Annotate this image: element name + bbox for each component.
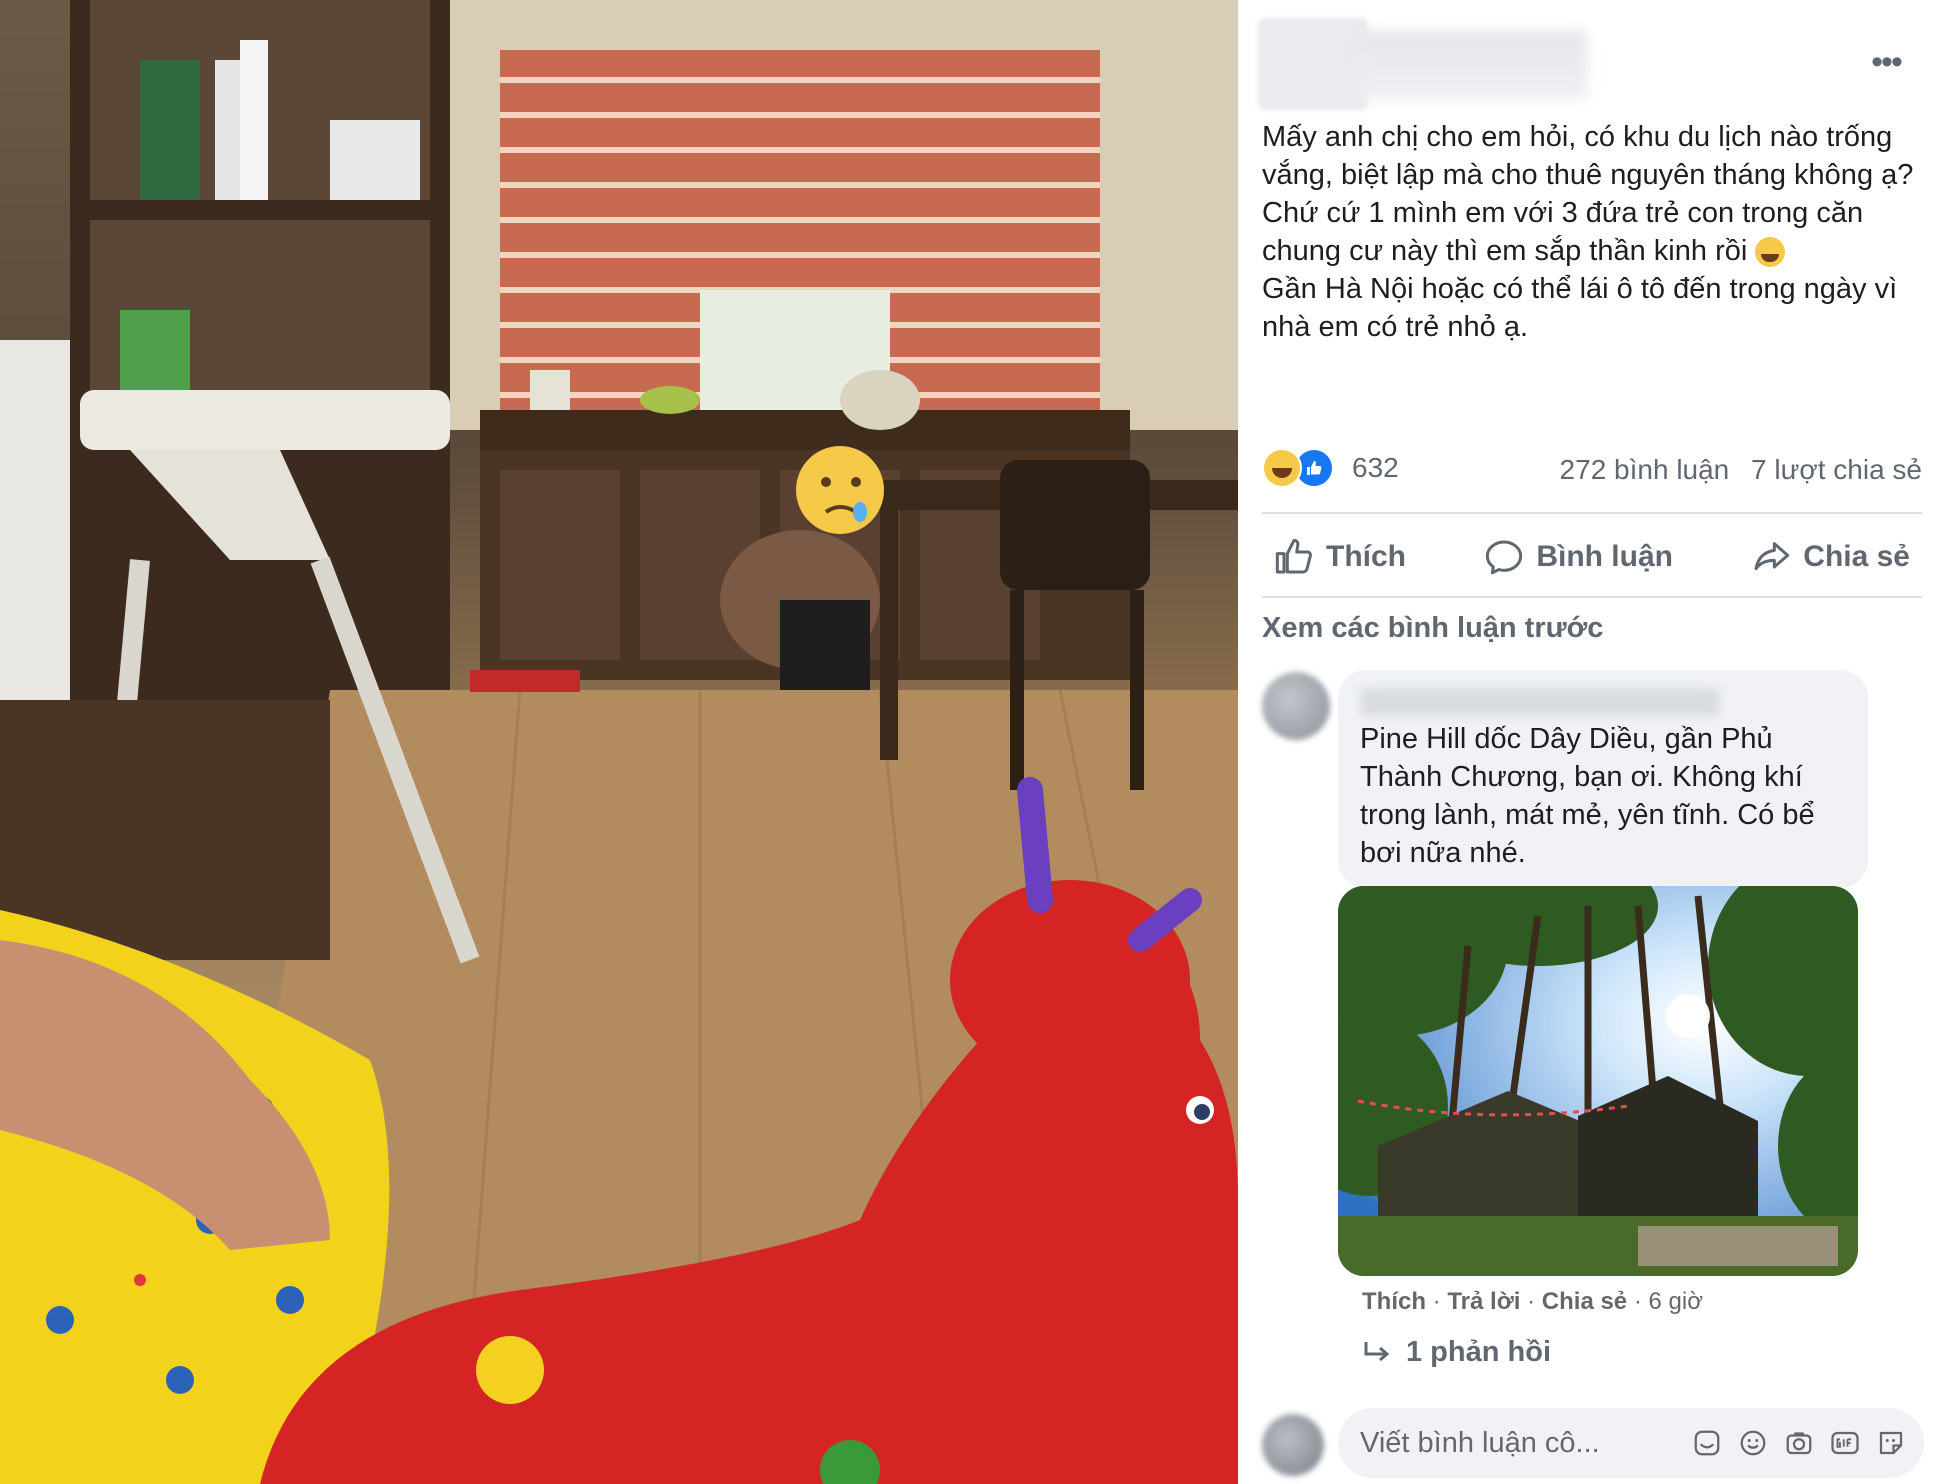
apartment-scene-illustration	[0, 0, 1238, 1484]
comment-input[interactable]: Viết bình luận cô...	[1360, 1427, 1692, 1460]
view-replies-link[interactable]: 1 phản hồi	[1362, 1336, 1551, 1369]
share-icon	[1754, 542, 1790, 571]
view-previous-comments-link[interactable]: Xem các bình luận trước	[1262, 612, 1603, 645]
author-name-blurred[interactable]	[1358, 30, 1588, 100]
post-actions: Thích Bình luận Chia sẻ	[1262, 522, 1922, 592]
comment-icon	[1486, 540, 1523, 575]
sticker-icon[interactable]	[1692, 1428, 1722, 1458]
post-panel: ••• Mấy anh chị cho em hỏi, có khu du lị…	[1238, 0, 1944, 1484]
current-user-avatar	[1262, 1414, 1324, 1476]
more-options-button[interactable]: •••	[1858, 38, 1914, 86]
comment-meta: Thích · Trả lời · Chia sẻ · 6 giờ	[1362, 1288, 1703, 1315]
comment-time[interactable]: 6 giờ	[1649, 1288, 1703, 1315]
pine-forest-illustration	[1338, 886, 1858, 1276]
like-button[interactable]: Thích	[1262, 537, 1418, 577]
comment-reply-link[interactable]: Trả lời	[1447, 1288, 1520, 1315]
reaction-count: 632	[1352, 452, 1399, 483]
comment-text: Pine Hill dốc Dây Diều, gần Phủ Thành Ch…	[1360, 723, 1815, 869]
comment-button[interactable]: Bình luận	[1472, 537, 1685, 577]
comment-bubble: Pine Hill dốc Dây Diều, gần Phủ Thành Ch…	[1338, 670, 1868, 888]
comment-like-link[interactable]: Thích	[1362, 1288, 1426, 1315]
gif-icon[interactable]	[1830, 1428, 1860, 1458]
comment-photo[interactable]	[1338, 886, 1858, 1276]
post-stats: 272 bình luận 7 lượt chia sẻ	[1560, 454, 1922, 486]
composer-icons	[1692, 1428, 1906, 1458]
author-avatar[interactable]	[1258, 18, 1368, 110]
divider	[1262, 512, 1922, 514]
comment-count[interactable]: 272 bình luận	[1560, 454, 1730, 485]
reactions-summary[interactable]: 632	[1262, 448, 1399, 488]
comment-composer[interactable]: Viết bình luận cô...	[1338, 1408, 1924, 1478]
post-paragraph-1: Mấy anh chị cho em hỏi, có khu du lịch n…	[1262, 121, 1914, 268]
more-icon: •••	[1871, 42, 1903, 81]
emoji-icon[interactable]	[1738, 1428, 1768, 1458]
post-paragraph-2: Gần Hà Nội hoặc có thể lái ô tô đến tron…	[1262, 273, 1898, 343]
thumbs-up-icon	[1275, 538, 1312, 574]
commenter-avatar[interactable]	[1262, 672, 1330, 740]
avatar-sticker-icon[interactable]	[1876, 1428, 1906, 1458]
post-photo[interactable]	[0, 0, 1238, 1484]
comment-share-link[interactable]: Chia sẻ	[1542, 1288, 1627, 1315]
commenter-name-blurred[interactable]	[1360, 688, 1720, 716]
reply-arrow-icon	[1364, 1341, 1390, 1361]
crying-emoji-icon	[1755, 237, 1786, 268]
share-button[interactable]: Chia sẻ	[1739, 537, 1922, 577]
divider	[1262, 596, 1922, 598]
post-text: Mấy anh chị cho em hỏi, có khu du lịch n…	[1262, 118, 1922, 346]
haha-reaction-icon	[1262, 448, 1302, 488]
share-count[interactable]: 7 lượt chia sẻ	[1751, 454, 1922, 485]
camera-icon[interactable]	[1784, 1428, 1814, 1458]
